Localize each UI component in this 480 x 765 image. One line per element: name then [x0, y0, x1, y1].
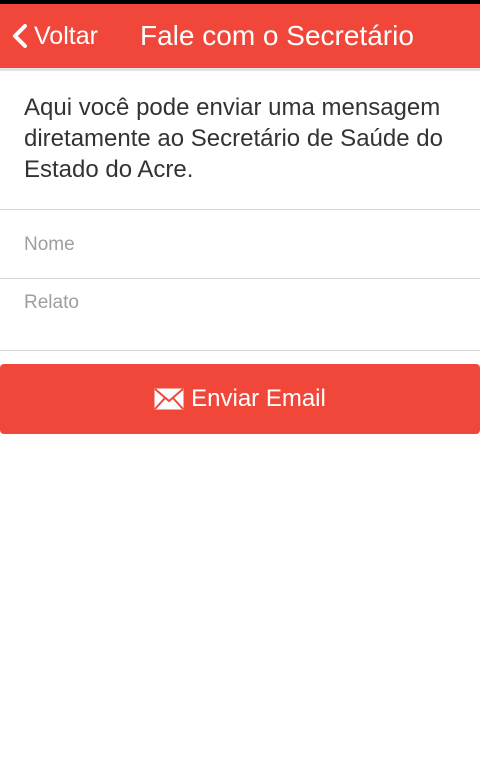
envelope-icon: [154, 388, 184, 410]
send-email-label: Enviar Email: [191, 385, 326, 412]
report-textarea[interactable]: [24, 290, 464, 342]
name-input[interactable]: [24, 230, 464, 260]
back-label: Voltar: [34, 21, 98, 50]
send-email-button[interactable]: Enviar Email: [0, 364, 480, 434]
divider: [0, 209, 480, 210]
page-title: Fale com o Secretário: [140, 20, 414, 51]
divider: [0, 278, 480, 279]
app-header: Voltar Fale com o Secretário: [0, 4, 480, 68]
back-button[interactable]: Voltar: [10, 4, 98, 68]
intro-text: Aqui você pode enviar uma mensagem diret…: [24, 94, 443, 183]
chevron-left-icon: [10, 22, 30, 50]
divider: [0, 350, 480, 351]
header-divider: [0, 68, 480, 71]
